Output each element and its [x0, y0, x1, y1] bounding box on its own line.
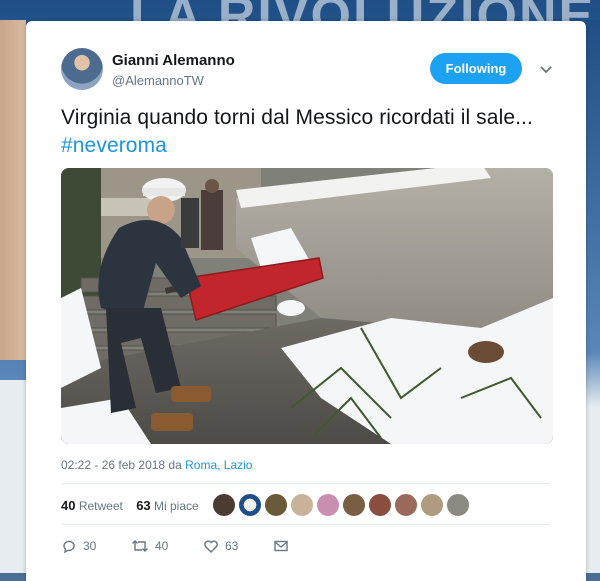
liker-avatar[interactable] — [316, 493, 340, 517]
tweet-text: Virginia quando torni dal Messico ricord… — [61, 104, 561, 160]
tweet-text-body: Virginia quando torni dal Messico ricord… — [61, 106, 533, 129]
retweet-button[interactable]: 40 — [131, 538, 168, 554]
retweet-stat-label: Retweet — [78, 499, 123, 513]
like-action-count: 63 — [225, 539, 239, 553]
author-name[interactable]: Gianni Alemanno — [112, 52, 235, 69]
reply-count: 30 — [83, 539, 97, 553]
liker-avatar[interactable] — [420, 493, 444, 517]
reply-button[interactable]: 30 — [61, 538, 96, 554]
message-icon — [274, 540, 288, 552]
liker-avatar[interactable] — [238, 493, 262, 517]
author-avatar[interactable] — [61, 48, 103, 90]
liker-avatar[interactable] — [368, 493, 392, 517]
liker-avatar[interactable] — [264, 493, 288, 517]
like-button[interactable]: 63 — [203, 538, 238, 554]
retweet-action-count: 40 — [155, 539, 169, 553]
timestamp-text: 02:22 - 26 feb 2018 da — [61, 458, 186, 472]
liker-avatar[interactable] — [212, 493, 236, 517]
chevron-down-icon[interactable] — [538, 61, 554, 77]
liker-avatar[interactable] — [290, 493, 314, 517]
retweet-count: 40 — [61, 498, 76, 513]
retweet-stat[interactable]: 40 Retweet — [61, 498, 123, 513]
heart-icon — [204, 540, 218, 553]
liker-avatar[interactable] — [342, 493, 366, 517]
tweet-photo[interactable] — [61, 168, 553, 444]
like-count: 63 — [136, 498, 151, 513]
divider-top — [61, 483, 550, 484]
like-stat-label: Mi piace — [154, 499, 199, 513]
following-button[interactable]: Following — [430, 53, 522, 84]
snow-shovel-photo — [61, 168, 553, 444]
background-photo-left — [0, 20, 26, 360]
place-link[interactable]: Roma, Lazio — [185, 458, 252, 472]
retweet-icon — [132, 540, 148, 552]
liker-avatar[interactable] — [394, 493, 418, 517]
tweet-stats: 40 Retweet 63 Mi piace — [61, 498, 199, 513]
direct-message-button[interactable] — [273, 538, 289, 554]
tweet-timestamp: 02:22 - 26 feb 2018 da Roma, Lazio — [61, 458, 252, 472]
divider-bottom — [61, 524, 550, 525]
like-stat[interactable]: 63 Mi piace — [136, 498, 199, 513]
tweet-card: Gianni Alemanno @AlemannoTW Following Vi… — [26, 21, 586, 581]
hashtag-link[interactable]: #neveroma — [61, 134, 167, 157]
author-handle[interactable]: @AlemannoTW — [112, 73, 204, 88]
liker-avatar[interactable] — [446, 493, 470, 517]
reply-icon — [63, 540, 75, 554]
background-right-strip — [586, 20, 600, 573]
